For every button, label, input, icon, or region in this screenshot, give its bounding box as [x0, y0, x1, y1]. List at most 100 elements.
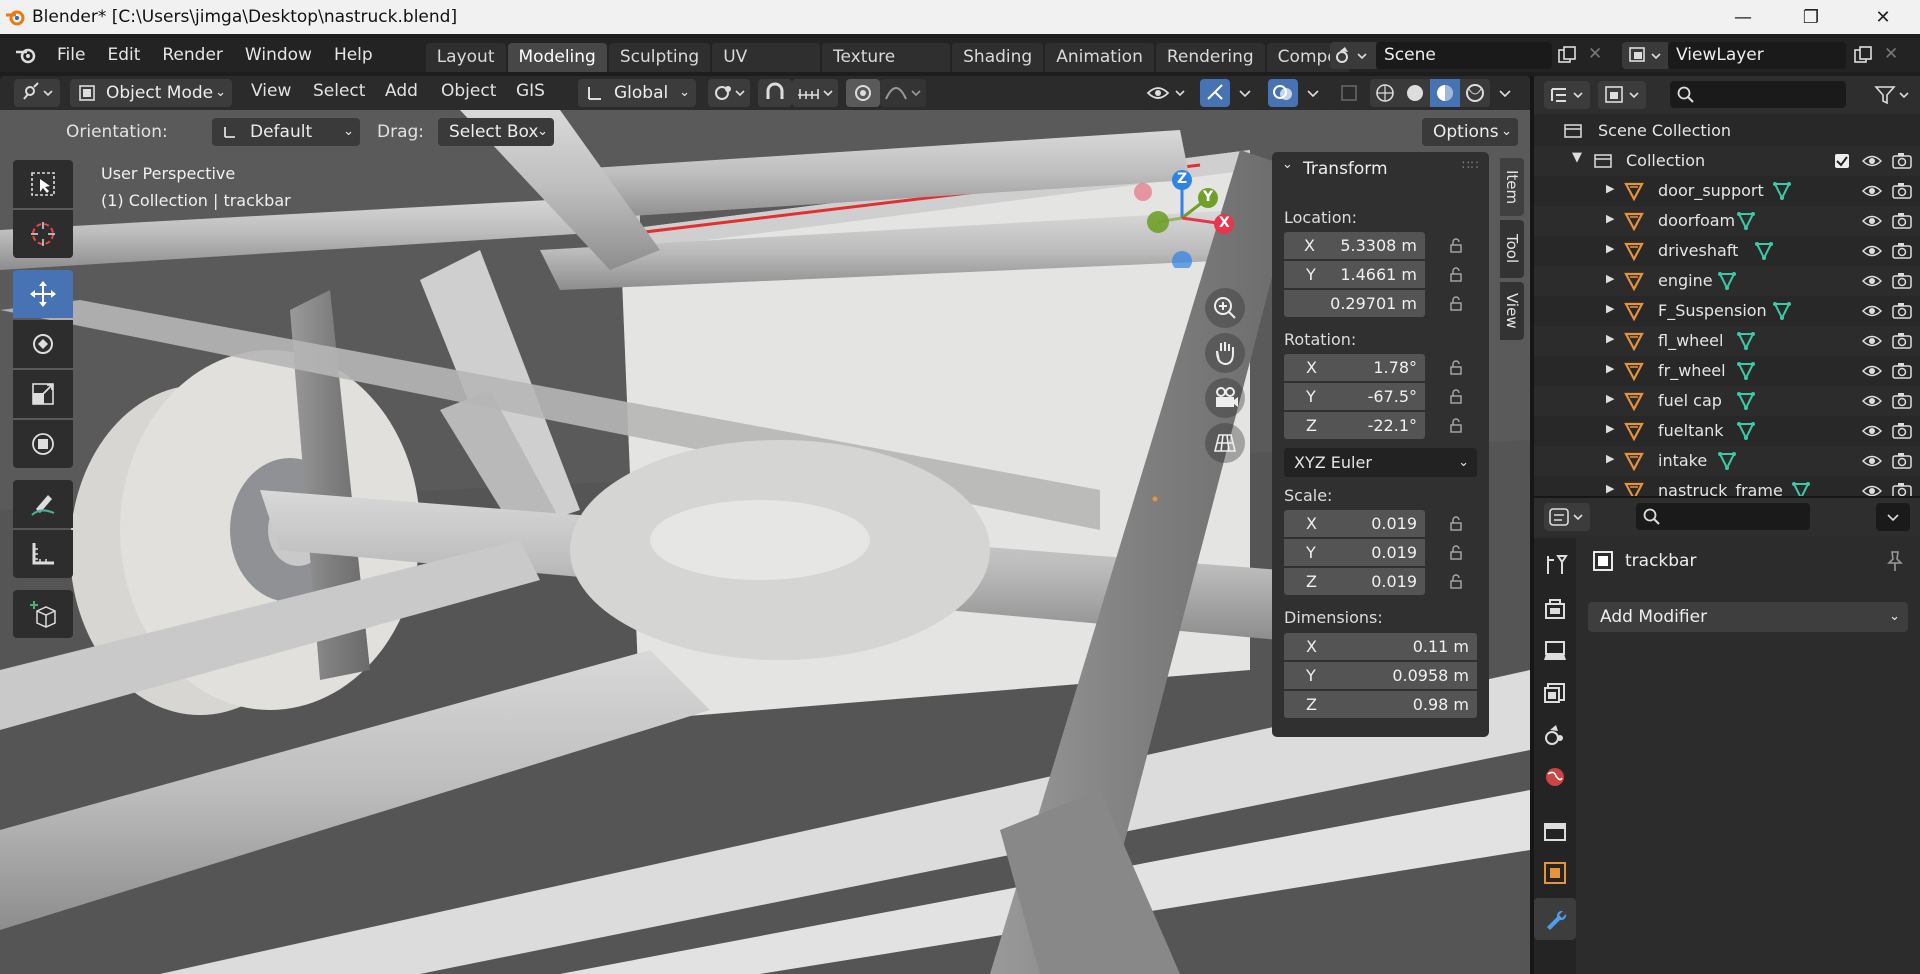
camera-render-icon[interactable]: [1892, 452, 1912, 470]
expand-arrow-icon[interactable]: ▼: [1572, 150, 1582, 165]
overlays-dropdown[interactable]: [1298, 79, 1328, 107]
eye-icon[interactable]: [1862, 273, 1882, 289]
outliner-object-row[interactable]: ▶ doorfoam: [1534, 206, 1920, 236]
tab-animation[interactable]: Animation: [1045, 43, 1154, 72]
lock-location-x-icon[interactable]: [1448, 237, 1464, 253]
zoom-button[interactable]: [1205, 288, 1245, 328]
expand-arrow-icon[interactable]: ▶: [1606, 212, 1614, 225]
mesh-data-icon[interactable]: [1736, 361, 1756, 381]
xray-toggle[interactable]: [1336, 79, 1362, 107]
editor-type-button[interactable]: [14, 79, 60, 107]
eye-icon[interactable]: [1862, 423, 1882, 439]
mesh-data-icon[interactable]: [1717, 451, 1737, 471]
menu-select[interactable]: Select: [313, 81, 365, 101]
rotation-y-field[interactable]: Y -67.5°: [1284, 383, 1425, 410]
scale-tool[interactable]: [13, 370, 73, 418]
outliner-object-row[interactable]: ▶ fueltank: [1534, 416, 1920, 446]
dimensions-x-field[interactable]: X 0.11 m: [1284, 633, 1477, 660]
mesh-data-icon[interactable]: [1772, 181, 1792, 201]
menu-edit[interactable]: Edit: [96, 45, 151, 65]
dimensions-y-field[interactable]: Y 0.0958 m: [1284, 662, 1477, 689]
menu-window[interactable]: Window: [234, 45, 323, 65]
pivot-point-button[interactable]: [708, 79, 750, 107]
outliner-object-row[interactable]: ▶ fr_wheel: [1534, 356, 1920, 386]
tab-modeling[interactable]: Modeling: [507, 43, 607, 72]
camera-render-icon[interactable]: [1892, 182, 1912, 200]
object-mode-dropdown[interactable]: Object Mode ⌄: [70, 79, 232, 107]
drag-dropdown[interactable]: Select Box ⌄: [438, 118, 554, 146]
scene-copy-icon[interactable]: [1556, 44, 1578, 66]
mesh-data-icon[interactable]: [1736, 421, 1756, 441]
eye-icon[interactable]: [1862, 183, 1882, 199]
expand-arrow-icon[interactable]: ▶: [1606, 422, 1614, 435]
shading-dropdown[interactable]: [1490, 79, 1520, 107]
maximize-button[interactable]: ❐: [1782, 0, 1840, 34]
outliner-filter-button[interactable]: [1870, 82, 1914, 108]
lock-scale-x-icon[interactable]: [1448, 515, 1464, 531]
outliner-scene-collection-row[interactable]: Scene Collection: [1534, 116, 1920, 146]
outliner-object-row[interactable]: ▶ driveshaft: [1534, 236, 1920, 266]
camera-view-button[interactable]: [1205, 378, 1245, 418]
snap-toggle[interactable]: [758, 79, 792, 107]
tab-item[interactable]: Item: [1500, 158, 1524, 216]
camera-render-icon[interactable]: [1892, 152, 1912, 170]
outliner-object-row[interactable]: ▶ fuel cap: [1534, 386, 1920, 416]
expand-arrow-icon[interactable]: ▶: [1606, 182, 1614, 195]
camera-render-icon[interactable]: [1892, 302, 1912, 320]
rotation-x-field[interactable]: X 1.78°: [1284, 354, 1425, 381]
options-dropdown[interactable]: Options ⌄: [1422, 118, 1518, 146]
rotation-mode-dropdown[interactable]: XYZ Euler ⌄: [1284, 448, 1477, 477]
menu-add[interactable]: Add: [385, 81, 418, 101]
annotate-tool[interactable]: [13, 480, 73, 528]
minimize-button[interactable]: —: [1714, 0, 1772, 34]
menu-object[interactable]: Object: [441, 81, 496, 101]
tool-settings-tab-icon[interactable]: [1542, 552, 1568, 578]
outliner-search-input[interactable]: [1670, 81, 1846, 108]
camera-render-icon[interactable]: [1892, 242, 1912, 260]
transform-orientation-dropdown[interactable]: Global ⌄: [578, 79, 696, 107]
snap-target-button[interactable]: [792, 79, 838, 107]
view-layer-tab-icon[interactable]: [1542, 680, 1568, 706]
outliner-object-row[interactable]: ▶ intake: [1534, 446, 1920, 476]
eye-icon[interactable]: [1862, 453, 1882, 469]
expand-arrow-icon[interactable]: ▶: [1606, 392, 1614, 405]
expand-arrow-icon[interactable]: ▶: [1606, 452, 1614, 465]
mesh-data-icon[interactable]: [1736, 331, 1756, 351]
menu-gis[interactable]: GIS: [516, 81, 545, 101]
lock-scale-z-icon[interactable]: [1448, 573, 1464, 589]
render-tab-icon[interactable]: [1542, 596, 1568, 622]
rotation-z-field[interactable]: Z -22.1°: [1284, 412, 1425, 439]
tab-shading[interactable]: Shading: [952, 43, 1044, 72]
modifier-tab[interactable]: [1534, 898, 1576, 940]
cursor-tool[interactable]: [13, 210, 73, 258]
expand-arrow-icon[interactable]: ▶: [1606, 482, 1614, 495]
tab-tool[interactable]: Tool: [1500, 220, 1524, 278]
viewlayer-browse-button[interactable]: [1622, 42, 1670, 69]
transform-tool[interactable]: [13, 420, 73, 468]
camera-render-icon[interactable]: [1892, 422, 1912, 440]
menu-render[interactable]: Render: [151, 45, 234, 65]
mesh-data-icon[interactable]: [1717, 271, 1737, 291]
display-mode-button[interactable]: [1598, 81, 1646, 109]
outliner-object-row[interactable]: ▶ F_Suspension: [1534, 296, 1920, 326]
tab-layout[interactable]: Layout: [425, 43, 506, 72]
mesh-data-icon[interactable]: [1791, 481, 1811, 496]
viewlayer-remove-icon[interactable]: ✕: [1884, 44, 1898, 64]
rotate-tool[interactable]: [13, 320, 73, 368]
viewlayer-copy-icon[interactable]: [1852, 44, 1874, 66]
scale-x-field[interactable]: X 0.019: [1284, 510, 1425, 537]
ortho-toggle-button[interactable]: [1205, 423, 1245, 463]
move-tool[interactable]: [13, 270, 73, 318]
lock-location-z-icon[interactable]: [1448, 295, 1464, 311]
pin-icon[interactable]: [1884, 550, 1906, 572]
properties-search-input[interactable]: [1636, 503, 1810, 530]
gizmo-dropdown[interactable]: [1230, 79, 1260, 107]
menu-help[interactable]: Help: [323, 45, 384, 65]
output-tab-icon[interactable]: [1542, 638, 1568, 664]
lock-location-y-icon[interactable]: [1448, 266, 1464, 282]
scene-name-field[interactable]: Scene: [1376, 42, 1552, 69]
eye-icon[interactable]: [1862, 303, 1882, 319]
overlays-toggle[interactable]: [1268, 79, 1298, 107]
tab-view[interactable]: View: [1500, 282, 1524, 340]
scene-remove-icon[interactable]: ✕: [1588, 44, 1602, 64]
